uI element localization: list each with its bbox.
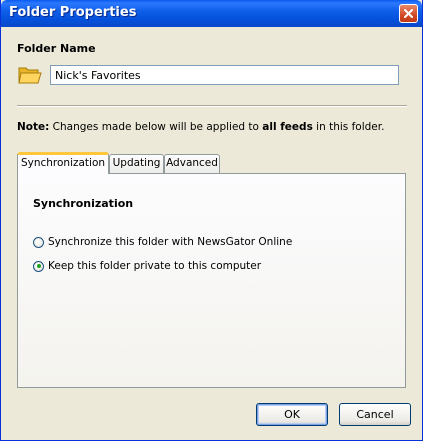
tab-synchronization[interactable]: Synchronization	[17, 152, 109, 174]
note-prefix: Note:	[17, 121, 50, 133]
sync-online-label[interactable]: Synchronize this folder with NewsGator O…	[48, 236, 292, 248]
close-button[interactable]	[399, 4, 418, 23]
window-title: Folder Properties	[9, 5, 137, 20]
tab-updating[interactable]: Updating	[109, 154, 164, 173]
note-body-start: Changes made below will be applied to	[49, 121, 263, 133]
keep-private-label[interactable]: Keep this folder private to this compute…	[48, 260, 261, 272]
panel-title: Synchronization	[33, 197, 134, 210]
sync-online-radio[interactable]	[33, 236, 44, 248]
folder-icon	[18, 67, 42, 84]
note-emphasis: all feeds	[262, 121, 313, 133]
keep-private-option[interactable]: Keep this folder private to this compute…	[33, 258, 261, 274]
folder-name-heading: Folder Name	[17, 42, 96, 55]
note-body-end: in this folder.	[312, 121, 385, 133]
synchronization-panel: Synchronization Synchronize this folder …	[17, 173, 406, 388]
divider	[17, 105, 407, 107]
close-icon	[404, 9, 413, 18]
keep-private-radio[interactable]	[33, 260, 44, 272]
cancel-button[interactable]: Cancel	[339, 403, 411, 426]
folder-name-input[interactable]	[50, 65, 399, 85]
tab-advanced[interactable]: Advanced	[164, 154, 220, 173]
ok-button[interactable]: OK	[256, 403, 328, 426]
folder-properties-dialog: Folder Properties Folder Name Note: Chan…	[0, 0, 423, 441]
sync-online-option[interactable]: Synchronize this folder with NewsGator O…	[33, 234, 292, 250]
note-text: Note: Changes made below will be applied…	[17, 121, 384, 133]
title-bar[interactable]: Folder Properties	[1, 0, 422, 27]
